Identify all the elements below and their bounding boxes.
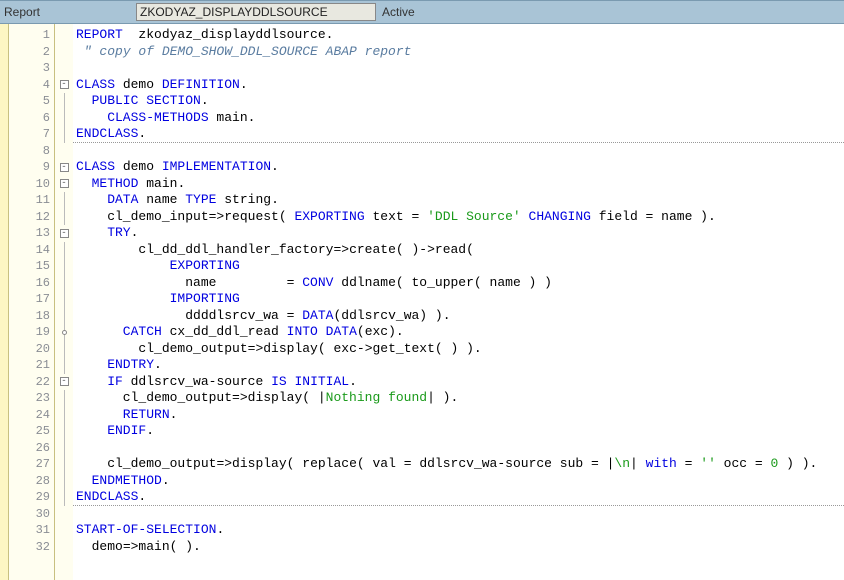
code-line: " copy of DEMO_SHOW_DDL_SOURCE ABAP repo… [73,44,844,61]
code-line: cl_demo_input=>request( EXPORTING text =… [73,209,844,226]
status-label: Active [376,5,415,19]
code-editor: 1 2 3 4 5 6 7 8 9 10 11 12 13 14 15 16 1… [0,24,844,580]
code-area[interactable]: REPORT zkodyaz_displayddlsource. " copy … [73,24,844,580]
code-line [73,506,844,523]
line-number: 4 [9,77,54,94]
line-number: 31 [9,522,54,539]
code-line: EXPORTING [73,258,844,275]
code-line: cl_demo_output=>display( |Nothing found|… [73,390,844,407]
line-number: 18 [9,308,54,325]
fold-toggle[interactable]: - [60,179,69,188]
line-number: 30 [9,506,54,523]
code-line [73,143,844,160]
line-number: 32 [9,539,54,556]
line-number: 20 [9,341,54,358]
code-line [73,60,844,77]
line-number: 5 [9,93,54,110]
line-number-gutter: 1 2 3 4 5 6 7 8 9 10 11 12 13 14 15 16 1… [9,24,55,580]
code-line: RETURN. [73,407,844,424]
code-line: ENDMETHOD. [73,473,844,490]
line-number: 12 [9,209,54,226]
line-number: 28 [9,473,54,490]
code-line: cl_dd_ddl_handler_factory=>create( )->re… [73,242,844,259]
line-number: 15 [9,258,54,275]
line-number: 27 [9,456,54,473]
line-number: 8 [9,143,54,160]
code-line: ENDCLASS. [73,489,844,506]
code-line: cl_demo_output=>display( exc->get_text( … [73,341,844,358]
fold-toggle[interactable]: - [60,229,69,238]
report-name-field[interactable] [136,3,376,21]
code-line: cl_demo_output=>display( replace( val = … [73,456,844,473]
code-line: CATCH cx_dd_ddl_read INTO DATA(exc). [73,324,844,341]
code-line: CLASS-METHODS main. [73,110,844,127]
code-line: TRY. [73,225,844,242]
fold-toggle[interactable]: - [60,377,69,386]
line-number: 21 [9,357,54,374]
line-number: 2 [9,44,54,61]
code-line: PUBLIC SECTION. [73,93,844,110]
line-number: 7 [9,126,54,143]
code-line: ENDTRY. [73,357,844,374]
code-line: CLASS demo DEFINITION. [73,77,844,94]
code-line: DATA name TYPE string. [73,192,844,209]
line-number: 6 [9,110,54,127]
code-line: CLASS demo IMPLEMENTATION. [73,159,844,176]
line-number: 1 [9,27,54,44]
code-line: ENDCLASS. [73,126,844,143]
line-number: 9 [9,159,54,176]
code-line [73,440,844,457]
line-number: 24 [9,407,54,424]
fold-marker-icon [62,330,67,335]
line-number: 3 [9,60,54,77]
code-line: demo=>main( ). [73,539,844,556]
line-number: 19 [9,324,54,341]
code-line: IF ddlsrcv_wa-source IS INITIAL. [73,374,844,391]
line-number: 10 [9,176,54,193]
code-line: METHOD main. [73,176,844,193]
fold-gutter: - - - - - [55,24,73,580]
line-number: 29 [9,489,54,506]
code-line: name = CONV ddlname( to_upper( name ) ) [73,275,844,292]
line-number: 22 [9,374,54,391]
line-number: 25 [9,423,54,440]
line-number: 16 [9,275,54,292]
code-line: ddddlsrcv_wa = DATA(ddlsrcv_wa) ). [73,308,844,325]
header-bar: Report Active [0,0,844,24]
line-number: 14 [9,242,54,259]
line-number: 11 [9,192,54,209]
line-number: 17 [9,291,54,308]
code-line: REPORT zkodyaz_displayddlsource. [73,27,844,44]
code-line: IMPORTING [73,291,844,308]
line-number: 13 [9,225,54,242]
fold-toggle[interactable]: - [60,80,69,89]
fold-toggle[interactable]: - [60,163,69,172]
line-number: 23 [9,390,54,407]
code-line: START-OF-SELECTION. [73,522,844,539]
line-number: 26 [9,440,54,457]
code-line: ENDIF. [73,423,844,440]
breakpoint-margin[interactable] [0,24,9,580]
header-label: Report [0,5,136,19]
